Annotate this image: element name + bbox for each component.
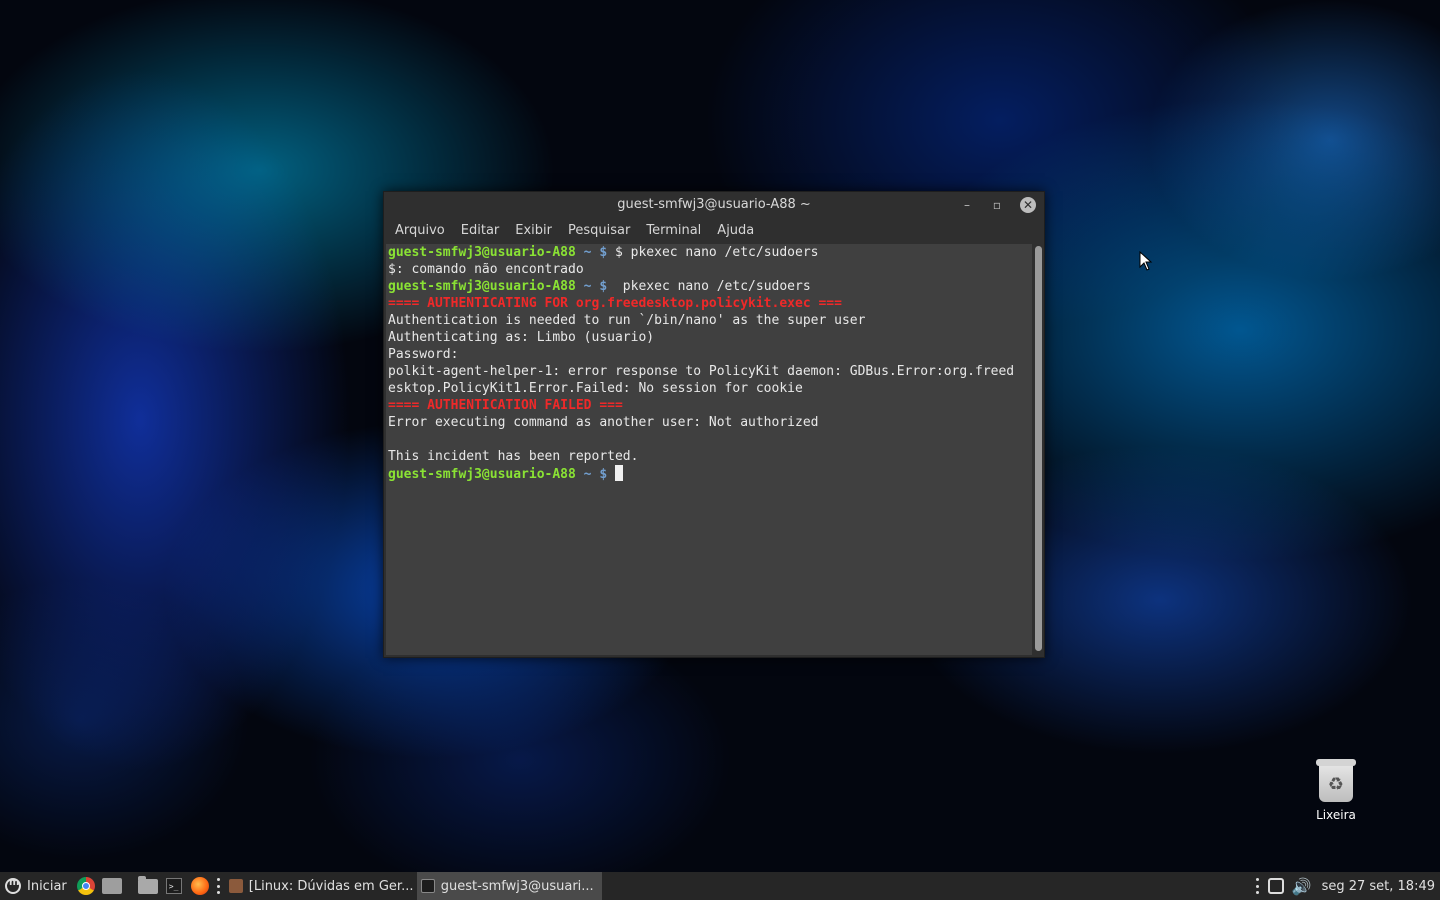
- tray-separator[interactable]: [1256, 878, 1260, 894]
- terminal-window[interactable]: guest-smfwj3@usuario-A88 ~ – ▫ ✕ Arquivo…: [383, 191, 1045, 658]
- firefox-task-icon: [228, 879, 243, 893]
- terminal-line: guest-smfwj3@usuario-A88 ~ $: [388, 465, 1030, 482]
- terminal-output[interactable]: guest-smfwj3@usuario-A88 ~ $ $ pkexec na…: [386, 244, 1032, 655]
- minimize-button[interactable]: –: [958, 196, 976, 214]
- terminal-line: This incident has been reported.: [388, 448, 1030, 465]
- task-firefox-label: [Linux: Dúvidas em Ger...: [248, 878, 414, 894]
- prompt-symbol: ~ $: [575, 245, 608, 260]
- prompt-user: guest-smfwj3@usuario-A88: [388, 245, 576, 260]
- output-text: esktop.PolicyKit1.Error.Failed: No sessi…: [388, 381, 803, 396]
- taskbar: Iniciar >_ [Linux: Dúvidas em Ger... gue…: [0, 872, 1440, 900]
- start-menu-button[interactable]: Iniciar: [0, 872, 73, 900]
- output-text: pkexec nano /etc/sudoers: [607, 279, 811, 294]
- maximize-button[interactable]: ▫: [988, 196, 1006, 214]
- text-cursor: [614, 465, 623, 481]
- chrome-icon: [76, 877, 95, 895]
- prompt-user: guest-smfwj3@usuario-A88: [388, 467, 576, 482]
- menu-ajuda[interactable]: Ajuda: [709, 223, 762, 238]
- folder-icon: [137, 875, 158, 894]
- menu-arquivo[interactable]: Arquivo: [387, 223, 453, 238]
- files-launcher[interactable]: [101, 876, 122, 896]
- terminal-scrollbar[interactable]: [1035, 246, 1042, 651]
- clock[interactable]: seg 27 set, 18:49: [1322, 879, 1435, 894]
- output-text: Authentication is needed to run `/bin/na…: [388, 313, 866, 328]
- terminal-titlebar[interactable]: guest-smfwj3@usuario-A88 ~ – ▫ ✕: [384, 192, 1044, 218]
- start-label: Iniciar: [27, 878, 67, 894]
- system-tray: 🔊 seg 27 set, 18:49: [1252, 872, 1440, 900]
- output-text: Password:: [388, 347, 459, 362]
- scrollbar-thumb[interactable]: [1035, 246, 1042, 651]
- terminal-menubar: Arquivo Editar Exibir Pesquisar Terminal…: [384, 218, 1044, 243]
- menu-editar[interactable]: Editar: [453, 223, 508, 238]
- firefox-launcher[interactable]: [190, 876, 210, 896]
- error-text: ==== AUTHENTICATION FAILED ===: [388, 398, 623, 413]
- task-firefox[interactable]: [Linux: Dúvidas em Ger...: [225, 872, 417, 900]
- terminal-task-icon: [420, 879, 435, 893]
- terminal-line: Error executing command as another user:…: [388, 414, 1030, 431]
- output-text: This incident has been reported.: [388, 449, 639, 464]
- mint-logo-icon: [5, 877, 21, 894]
- menu-terminal[interactable]: Terminal: [638, 223, 709, 238]
- firefox-icon: [190, 877, 209, 895]
- terminal-line: esktop.PolicyKit1.Error.Failed: No sessi…: [388, 380, 1030, 397]
- terminal-line: Authenticating as: Limbo (usuario): [388, 329, 1030, 346]
- menu-pesquisar[interactable]: Pesquisar: [560, 223, 638, 238]
- terminal-line: Authentication is needed to run `/bin/na…: [388, 312, 1030, 329]
- output-text: Error executing command as another user:…: [388, 415, 819, 430]
- terminal-line: ==== AUTHENTICATING FOR org.freedesktop.…: [388, 295, 1030, 312]
- terminal-line: ==== AUTHENTICATION FAILED ===: [388, 397, 1030, 414]
- prompt-symbol: ~ $: [575, 279, 608, 294]
- prompt-user: guest-smfwj3@usuario-A88: [388, 279, 576, 294]
- output-text: Authenticating as: Limbo (usuario): [388, 330, 655, 345]
- terminal-icon: >_: [165, 878, 182, 894]
- launcher-separator[interactable]: [216, 878, 221, 894]
- recycle-icon: ♻: [1316, 759, 1356, 802]
- output-text: polkit-agent-helper-1: error response to…: [388, 364, 1015, 379]
- prompt-symbol: ~ $: [575, 467, 608, 482]
- window-title: guest-smfwj3@usuario-A88 ~: [617, 197, 811, 212]
- error-text: ==== AUTHENTICATING FOR org.freedesktop.…: [388, 296, 842, 311]
- network-icon[interactable]: [1267, 878, 1284, 894]
- chrome-launcher[interactable]: [76, 876, 96, 896]
- menu-exibir[interactable]: Exibir: [507, 223, 560, 238]
- terminal-line: polkit-agent-helper-1: error response to…: [388, 363, 1030, 380]
- terminal-line: guest-smfwj3@usuario-A88 ~ $ pkexec nano…: [388, 278, 1030, 295]
- task-terminal[interactable]: guest-smfwj3@usuari...: [416, 872, 602, 900]
- output-text: $ pkexec nano /etc/sudoers: [607, 245, 819, 260]
- terminal-line: Password:: [388, 346, 1030, 363]
- files-icon: [101, 878, 122, 894]
- terminal-launcher[interactable]: >_: [164, 876, 184, 896]
- trash-label: Lixeira: [1316, 808, 1356, 822]
- close-button[interactable]: ✕: [1020, 197, 1036, 213]
- volume-icon[interactable]: 🔊: [1292, 877, 1312, 896]
- folder-launcher[interactable]: [137, 875, 158, 896]
- terminal-line: $: comando não encontrado: [388, 261, 1030, 278]
- desktop-trash[interactable]: ♻ Lixeira: [1306, 759, 1366, 822]
- output-text: $: comando não encontrado: [388, 262, 584, 277]
- task-terminal-label: guest-smfwj3@usuari...: [440, 878, 594, 894]
- terminal-line: guest-smfwj3@usuario-A88 ~ $ $ pkexec na…: [388, 244, 1030, 261]
- mouse-pointer-icon: [1139, 251, 1153, 271]
